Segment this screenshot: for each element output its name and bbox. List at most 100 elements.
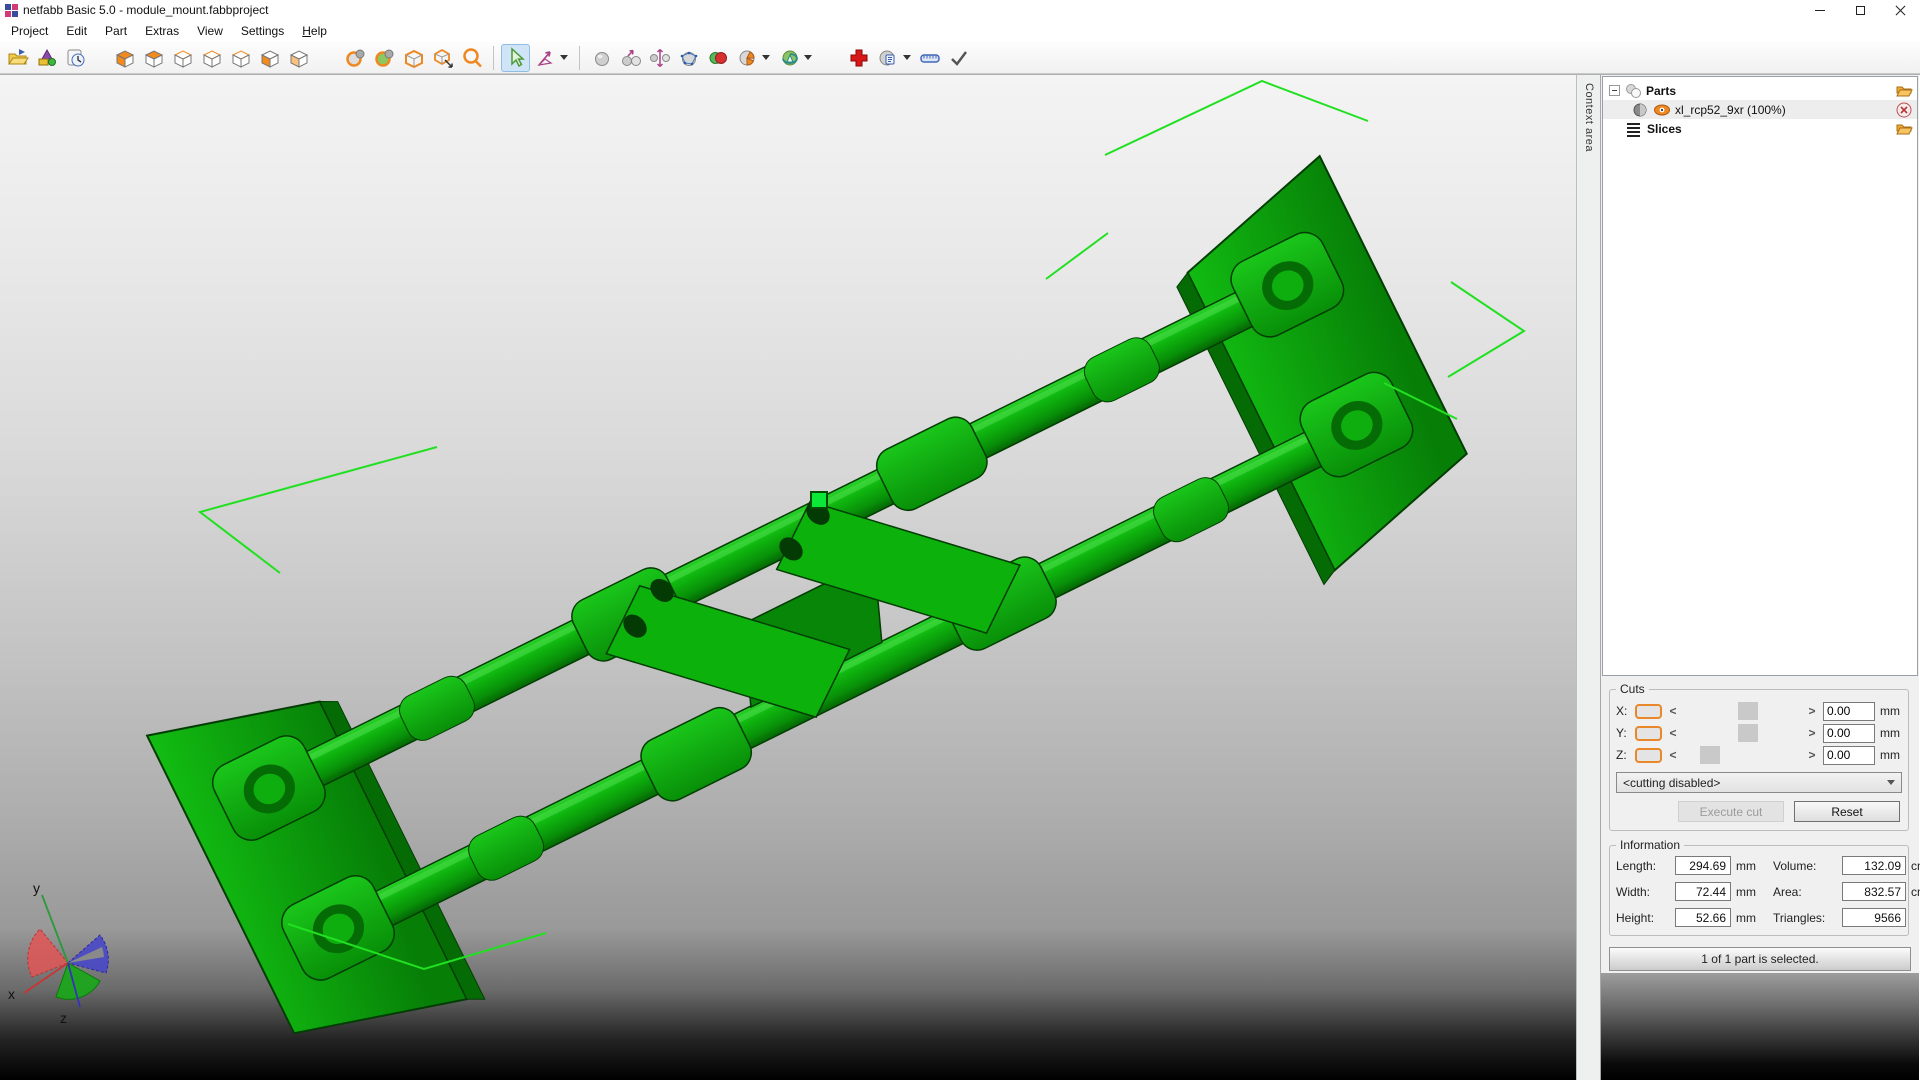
- height-value: 52.66: [1675, 908, 1731, 927]
- box-selection-button[interactable]: [428, 44, 457, 72]
- project-history-button[interactable]: [61, 44, 90, 72]
- analyze-dropdown-caret[interactable]: [762, 55, 770, 60]
- add-part-icon: [36, 47, 58, 69]
- view-left-button[interactable]: [255, 44, 284, 72]
- visibility-eye-icon[interactable]: [1653, 101, 1671, 119]
- repair-selected-button[interactable]: [341, 44, 370, 72]
- minimize-button[interactable]: [1800, 0, 1840, 20]
- view-isometric-button[interactable]: [110, 44, 139, 72]
- reset-button[interactable]: Reset: [1794, 801, 1900, 822]
- default-sphere-button[interactable]: [587, 44, 616, 72]
- cut-z-value-input[interactable]: [1823, 746, 1875, 765]
- context-area-tab[interactable]: Context area: [1576, 75, 1601, 1080]
- show-part-box-button[interactable]: [399, 44, 428, 72]
- cut-z-decrease-button[interactable]: <: [1667, 748, 1679, 762]
- remove-part-icon[interactable]: [1895, 101, 1913, 119]
- measure-button[interactable]: [915, 44, 944, 72]
- view-right-button[interactable]: [284, 44, 313, 72]
- menu-extras[interactable]: Extras: [136, 22, 188, 40]
- repair-scripts-dropdown-caret[interactable]: [903, 55, 911, 60]
- cut-y-decrease-button[interactable]: <: [1667, 726, 1679, 740]
- maximize-button[interactable]: [1840, 0, 1880, 20]
- length-label: Length:: [1616, 859, 1670, 873]
- tree-row-parts[interactable]: Parts: [1603, 81, 1917, 100]
- cut-x-value-input[interactable]: [1823, 702, 1875, 721]
- zoom-button[interactable]: [457, 44, 486, 72]
- open-project-button[interactable]: [3, 44, 32, 72]
- menu-bar: Project Edit Part Extras View Settings H…: [0, 20, 1920, 42]
- tree-row-slices[interactable]: Slices: [1603, 119, 1917, 138]
- title-bar: netfabb Basic 5.0 - module_mount.fabbpro…: [0, 0, 1920, 20]
- move-part-button[interactable]: [616, 44, 645, 72]
- cut-y-increase-button[interactable]: >: [1806, 726, 1818, 740]
- volume-unit: cm³: [1911, 859, 1920, 873]
- repair-scripts-button[interactable]: [873, 44, 902, 72]
- tree-row-part[interactable]: xl_rcp52_9xr (100%): [1603, 100, 1917, 119]
- menu-edit[interactable]: Edit: [57, 22, 96, 40]
- cut-y-toggle-button[interactable]: [1635, 726, 1662, 741]
- menu-view[interactable]: View: [188, 22, 232, 40]
- cut-x-decrease-button[interactable]: <: [1667, 704, 1679, 718]
- part-shells-button[interactable]: [774, 44, 803, 72]
- add-part-button[interactable]: [32, 44, 61, 72]
- clock-icon: [65, 47, 87, 69]
- menu-help[interactable]: Help: [293, 22, 336, 40]
- window-title: netfabb Basic 5.0 - module_mount.fabbpro…: [23, 3, 268, 17]
- volume-value: 132.09: [1842, 856, 1906, 875]
- rotate-tool-dropdown-caret[interactable]: [560, 55, 568, 60]
- view-bottom-button[interactable]: [168, 44, 197, 72]
- cuts-group: Cuts X: < > mm Y: < > mm: [1609, 689, 1909, 831]
- magnifier-icon: [461, 47, 483, 69]
- slices-folder-icon[interactable]: [1895, 120, 1913, 138]
- width-label: Width:: [1616, 885, 1670, 899]
- information-group: Information Length: 294.69 mm Volume: 13…: [1609, 845, 1909, 936]
- parts-tree: Parts: [1602, 76, 1918, 676]
- parts-label: Parts: [1646, 84, 1676, 98]
- cut-y-slider[interactable]: [1684, 724, 1801, 742]
- edit-mesh-button[interactable]: [674, 44, 703, 72]
- cut-z-label: Z:: [1616, 748, 1630, 762]
- view-back-button[interactable]: [226, 44, 255, 72]
- cut-z-toggle-button[interactable]: [1635, 748, 1662, 763]
- model-part[interactable]: [147, 156, 1491, 1080]
- box-outline-icon: [403, 47, 425, 69]
- cut-z-slider-thumb[interactable]: [1700, 746, 1720, 764]
- validate-part-button[interactable]: [944, 44, 973, 72]
- analyze-part-button[interactable]: [732, 44, 761, 72]
- cut-x-increase-button[interactable]: >: [1806, 704, 1818, 718]
- cut-x-slider[interactable]: [1684, 702, 1801, 720]
- cut-z-increase-button[interactable]: >: [1806, 748, 1818, 762]
- pie-sphere-icon: [736, 47, 758, 69]
- toolbar: [0, 42, 1920, 74]
- close-button[interactable]: [1880, 0, 1920, 20]
- area-value: 832.57: [1842, 882, 1906, 901]
- rotate-view-tool-button[interactable]: [530, 44, 559, 72]
- menu-project[interactable]: Project: [2, 22, 57, 40]
- parts-folder-icon[interactable]: [1895, 82, 1913, 100]
- open-folder-icon: [7, 47, 29, 69]
- scale-part-button[interactable]: [645, 44, 674, 72]
- menu-part[interactable]: Part: [96, 22, 136, 40]
- context-area-label: Context area: [1583, 83, 1595, 152]
- cut-x-toggle-button[interactable]: [1635, 704, 1662, 719]
- shells-dropdown-caret[interactable]: [804, 55, 812, 60]
- viewport-3d[interactable]: y x z: [0, 75, 1576, 1080]
- length-value: 294.69: [1675, 856, 1731, 875]
- repair-part-button[interactable]: [370, 44, 399, 72]
- view-back-cube-icon: [230, 47, 252, 69]
- collapse-icon[interactable]: [1609, 85, 1620, 96]
- view-top-button[interactable]: [139, 44, 168, 72]
- cut-y-value-input[interactable]: [1823, 724, 1875, 743]
- move-sphere-icon: [620, 47, 642, 69]
- cutting-mode-select[interactable]: <cutting disabled>: [1616, 772, 1902, 793]
- view-front-button[interactable]: [197, 44, 226, 72]
- model-canvas: y x z: [0, 75, 1576, 1080]
- cut-y-slider-thumb[interactable]: [1738, 724, 1758, 742]
- cut-z-slider[interactable]: [1684, 746, 1801, 764]
- repair-button[interactable]: [844, 44, 873, 72]
- execute-cut-button[interactable]: Execute cut: [1678, 801, 1784, 822]
- cut-x-slider-thumb[interactable]: [1738, 702, 1758, 720]
- select-tool-button[interactable]: [501, 44, 530, 72]
- menu-settings[interactable]: Settings: [232, 22, 293, 40]
- compare-parts-button[interactable]: [703, 44, 732, 72]
